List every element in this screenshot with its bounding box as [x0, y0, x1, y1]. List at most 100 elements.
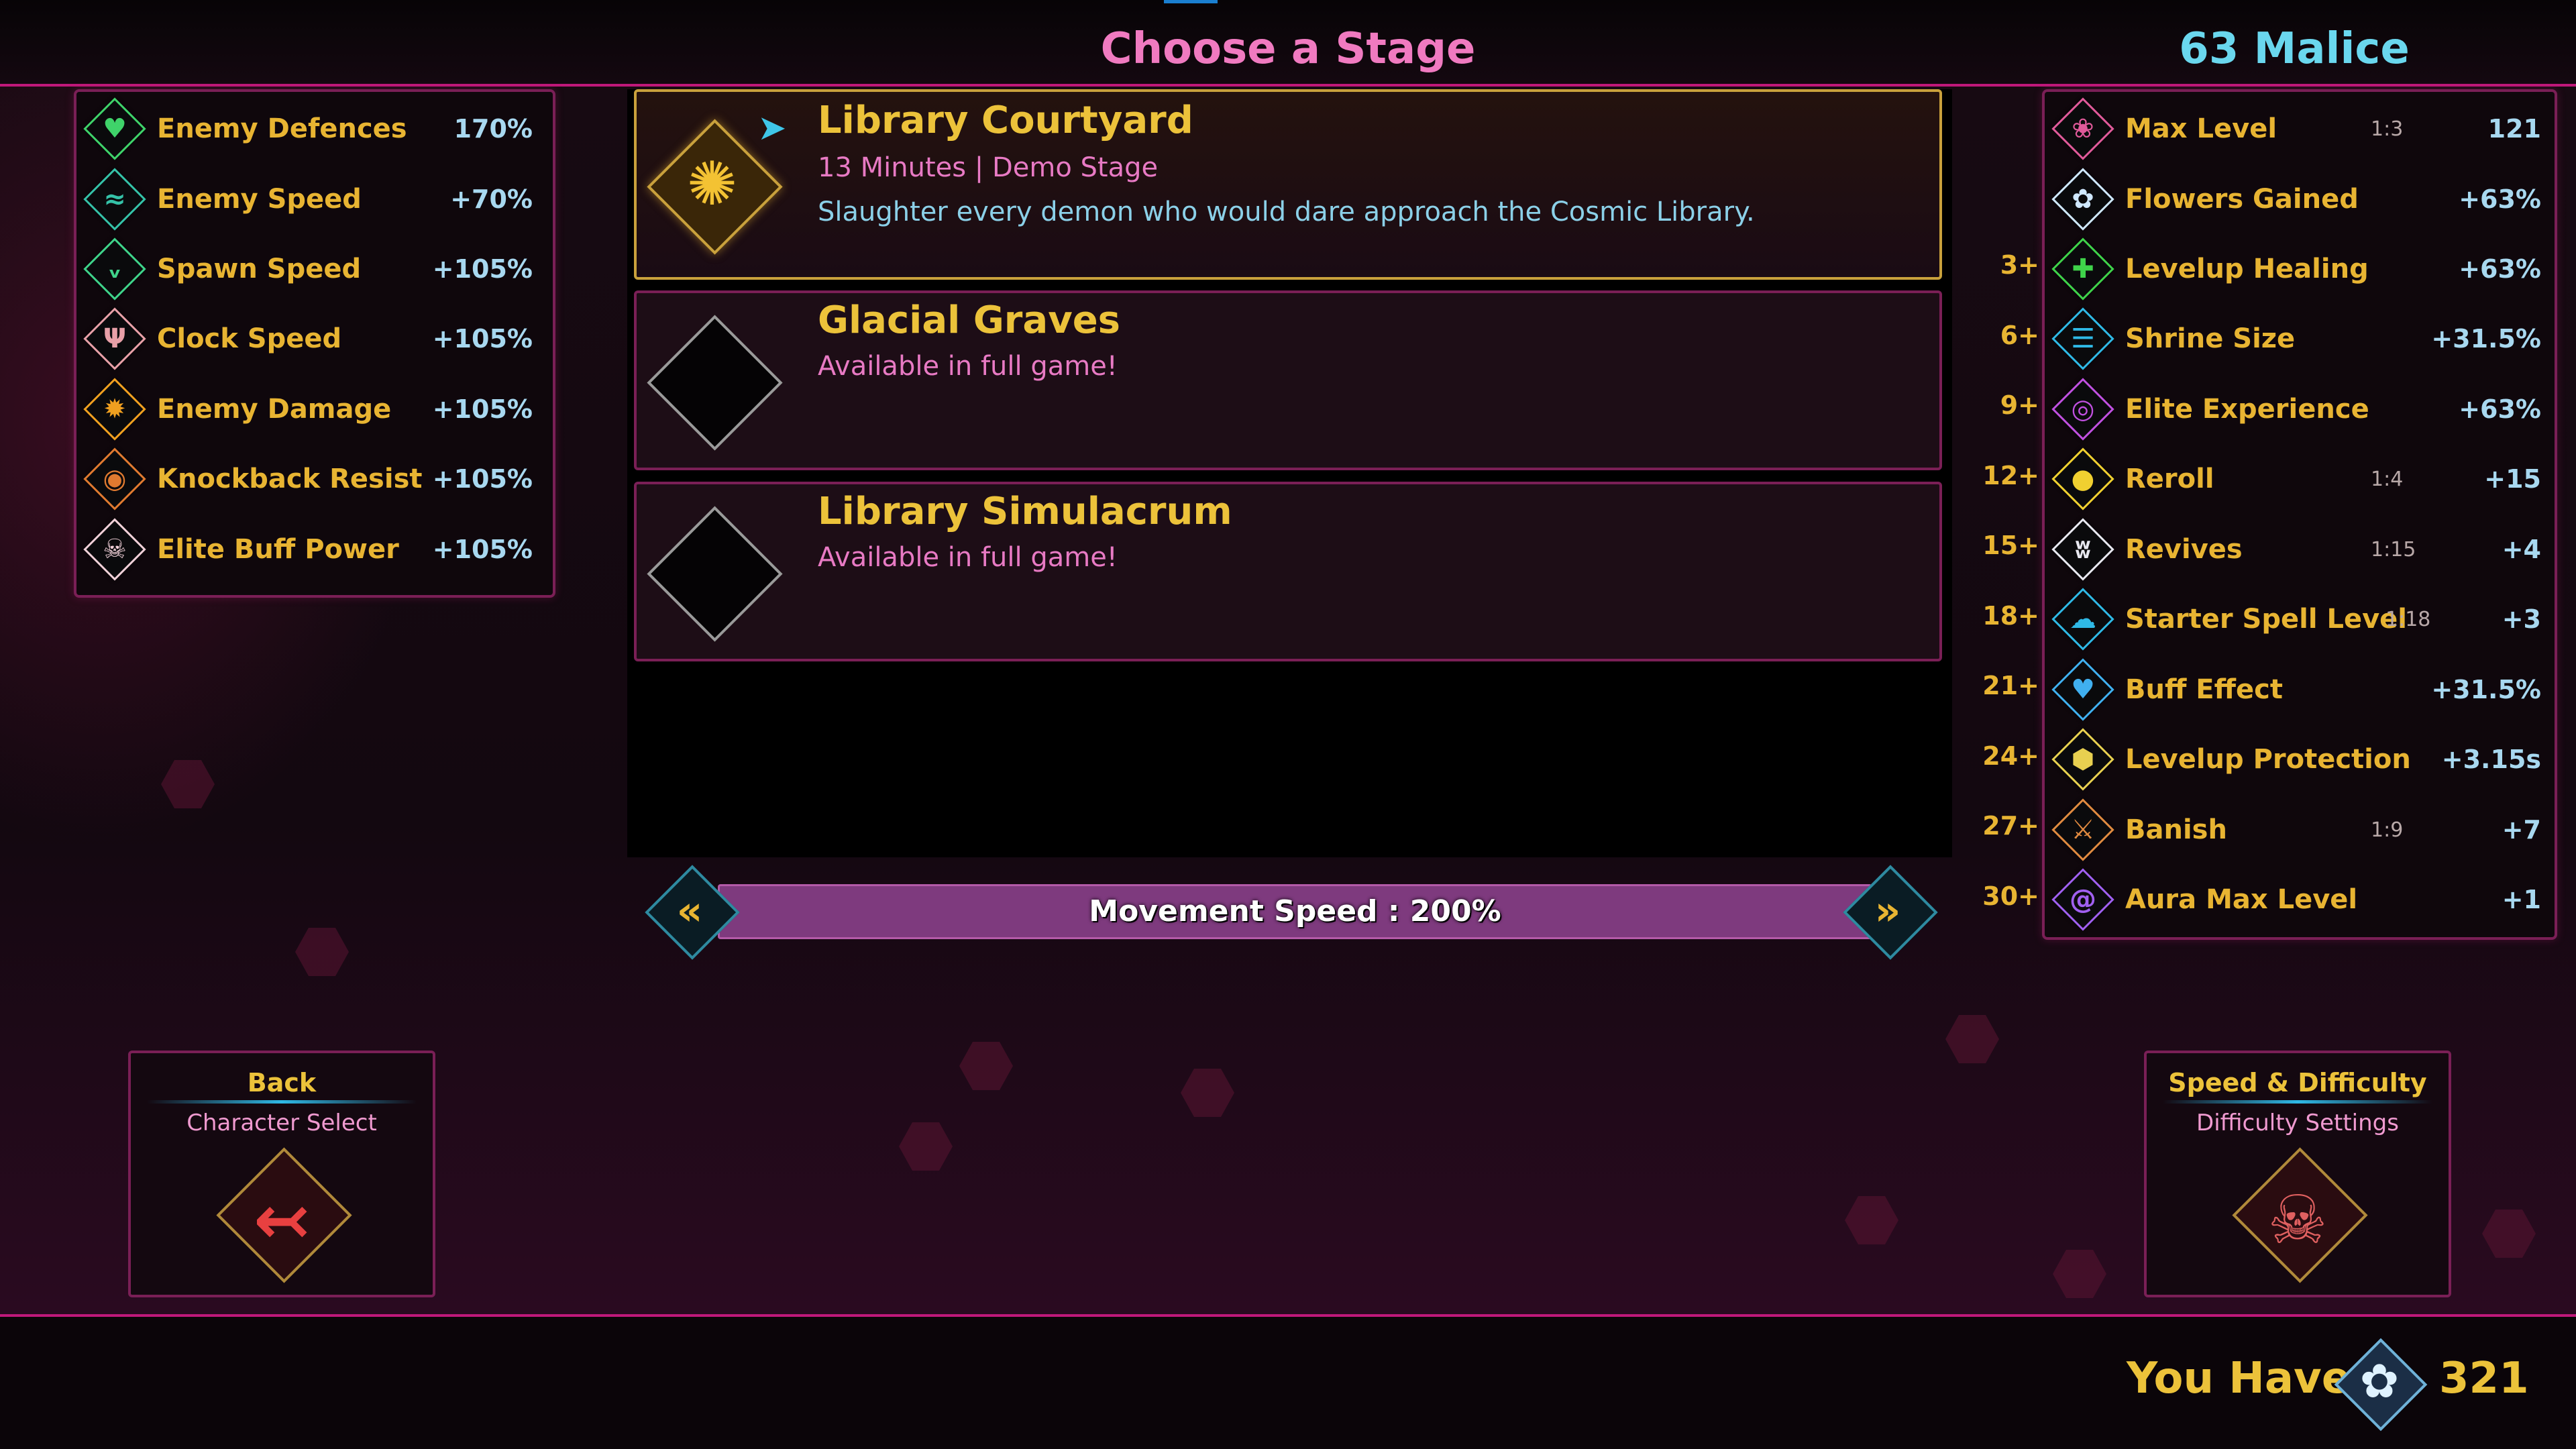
movement-speed-bar: Movement Speed : 200% — [718, 884, 1872, 939]
modifier-label: Spawn Speed — [157, 254, 362, 284]
bonuses-panel: ❀ Max Level 1:3 121 ✿ Flowers Gained +63… — [2042, 89, 2557, 940]
modifier-value: +70% — [450, 184, 533, 214]
brain-icon: ☁ — [2053, 589, 2113, 649]
bonus-row: ☁ Starter Spell Level 1:18 +3 — [2045, 586, 2555, 653]
bonus-row: ❀ Max Level 1:3 121 — [2045, 95, 2555, 162]
wings-icon: ʬ — [2053, 519, 2113, 580]
bonus-value: +1 — [2502, 885, 2541, 914]
double-right-arrow-icon: » — [1874, 888, 1901, 934]
difficulty-subtitle: Difficulty Settings — [2196, 1110, 2399, 1136]
stage-subtitle: 13 Minutes | Demo Stage — [818, 152, 1159, 183]
tier-label: 24+ — [1982, 741, 2039, 771]
flower-icon: ✿ — [2359, 1354, 2400, 1409]
bonus-row: ✚ Levelup Healing +63% — [2045, 235, 2555, 303]
bonus-value: +3.15s — [2441, 745, 2541, 774]
stage-subtitle: Available in full game! — [818, 542, 1118, 573]
bonus-value: +3 — [2502, 604, 2541, 634]
modifier-value: +105% — [432, 394, 533, 424]
selected-arrow-icon: ➤ — [757, 108, 787, 148]
tier-label: 3+ — [2000, 250, 2039, 280]
bonus-ratio: 1:4 — [2371, 467, 2404, 491]
divider — [2163, 1100, 2432, 1104]
tier-label: 15+ — [1982, 531, 2039, 560]
skull-icon: ☠ — [85, 519, 145, 580]
shrine-icon: ☰ — [2053, 309, 2113, 369]
bonus-row: ◎ Elite Experience +63% — [2045, 376, 2555, 443]
bonus-row: ⚔ Banish 1:9 +7 — [2045, 796, 2555, 863]
modifier-row: ☠ Elite Buff Power +105% — [76, 516, 546, 583]
tier-label: 21+ — [1982, 671, 2039, 700]
modifier-row: Ψ Clock Speed +105% — [76, 305, 546, 372]
top-accent-line — [1164, 0, 1218, 3]
bonus-row: ʬ Revives 1:15 +4 — [2045, 516, 2555, 583]
currency-label: You Have — [2127, 1354, 2351, 1403]
stage-card-library-simulacrum[interactable]: Library Simulacrum Available in full gam… — [634, 482, 1942, 661]
divider — [147, 1100, 417, 1104]
bonus-row: ✿ Flowers Gained +63% — [2045, 166, 2555, 233]
tier-label: 27+ — [1982, 811, 2039, 841]
bonus-ratio: 1:18 — [2385, 607, 2431, 631]
bonus-row: ⬢ Levelup Protection +3.15s — [2045, 726, 2555, 793]
orb-icon: ◎ — [2053, 379, 2113, 439]
modifier-value: +105% — [432, 464, 533, 494]
modifier-label: Knockback Resist — [157, 464, 423, 494]
bonus-value: +7 — [2502, 815, 2541, 845]
modifier-row: ♥ Enemy Defences 170% — [76, 95, 546, 162]
bonus-value: 121 — [2487, 114, 2541, 144]
heart-plus-icon: ♥ — [2053, 659, 2113, 720]
bonus-label: Elite Experience — [2125, 394, 2369, 425]
stage-title: Library Simulacrum — [818, 490, 1232, 533]
modifier-label: Enemy Defences — [157, 113, 407, 144]
locked-stage-emblem — [647, 506, 783, 642]
bonus-value: +31.5% — [2431, 675, 2541, 704]
lion-icon: ◉ — [85, 449, 145, 509]
wing-icon: ≈ — [85, 169, 145, 229]
stage-description: Slaughter every demon who would dare app… — [818, 197, 1755, 227]
currency-count: 321 — [2439, 1354, 2529, 1403]
stage-list: ✺ ➤ Library Courtyard 13 Minutes | Demo … — [627, 89, 1952, 857]
bonus-label: Starter Spell Level — [2125, 604, 2407, 635]
bonus-value: +4 — [2502, 535, 2541, 564]
modifier-label: Enemy Speed — [157, 184, 362, 215]
bonus-label: Banish — [2125, 814, 2227, 845]
bonus-row: ☰ Shrine Size +31.5% — [2045, 305, 2555, 372]
modifier-row: ◉ Knockback Resist +105% — [76, 445, 546, 513]
cross-icon: ✚ — [2053, 239, 2113, 299]
shield-icon: ⬢ — [2053, 729, 2113, 790]
bag-icon: ● — [2053, 449, 2113, 509]
bonus-value: +63% — [2459, 394, 2541, 424]
modifier-label: Enemy Damage — [157, 394, 392, 425]
tree-icon: Ψ — [85, 309, 145, 369]
bonus-value: +31.5% — [2431, 324, 2541, 354]
bonus-ratio: 1:3 — [2371, 117, 2404, 141]
stage-title: Glacial Graves — [818, 299, 1121, 342]
bonus-label: Max Level — [2125, 113, 2277, 144]
page-title: Choose a Stage — [1100, 24, 1476, 74]
bonus-ratio: 1:9 — [2371, 818, 2404, 842]
back-button[interactable]: Back Character Select ↢ — [128, 1051, 435, 1297]
tier-label: 12+ — [1982, 461, 2039, 490]
bonus-row: ● Reroll 1:4 +15 — [2045, 445, 2555, 513]
bonus-label: Aura Max Level — [2125, 884, 2358, 915]
bonus-label: Flowers Gained — [2125, 184, 2359, 215]
modifier-value: +105% — [432, 254, 533, 284]
heart-icon: ♥ — [85, 99, 145, 159]
back-arrow-icon: ↢ — [254, 1181, 310, 1259]
modifier-label: Elite Buff Power — [157, 534, 399, 565]
modifier-row: ᵥ Spawn Speed +105% — [76, 235, 546, 303]
stage-card-glacial-graves[interactable]: Glacial Graves Available in full game! — [634, 290, 1942, 470]
modifier-value: 170% — [453, 114, 533, 144]
modifier-value: +105% — [432, 535, 533, 564]
book-icon: ✺ — [686, 149, 738, 219]
stage-card-library-courtyard[interactable]: ✺ ➤ Library Courtyard 13 Minutes | Demo … — [634, 89, 1942, 280]
movement-speed-label: Movement Speed : 200% — [1089, 894, 1501, 928]
modifier-label: Clock Speed — [157, 323, 342, 354]
bonus-label: Reroll — [2125, 464, 2214, 494]
tier-label: 30+ — [1982, 881, 2039, 911]
tier-label: 6+ — [2000, 321, 2039, 350]
tier-label: 18+ — [1982, 601, 2039, 631]
bonus-label: Levelup Protection — [2125, 744, 2411, 775]
flame-icon: ✹ — [85, 379, 145, 439]
bird-icon: ᵥ — [85, 239, 145, 299]
speed-difficulty-button[interactable]: Speed & Difficulty Difficulty Settings ☠ — [2144, 1051, 2451, 1297]
